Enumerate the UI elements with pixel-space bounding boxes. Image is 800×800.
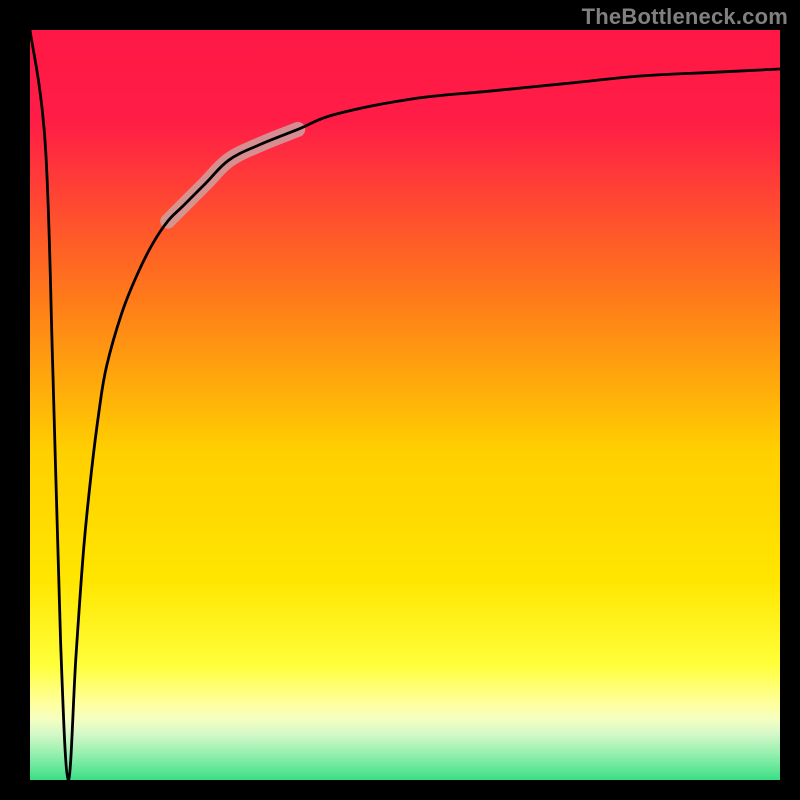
attribution-label: TheBottleneck.com (582, 4, 788, 30)
bottleneck-chart (0, 0, 800, 800)
plot-background (30, 30, 795, 795)
chart-container: TheBottleneck.com (0, 0, 800, 800)
